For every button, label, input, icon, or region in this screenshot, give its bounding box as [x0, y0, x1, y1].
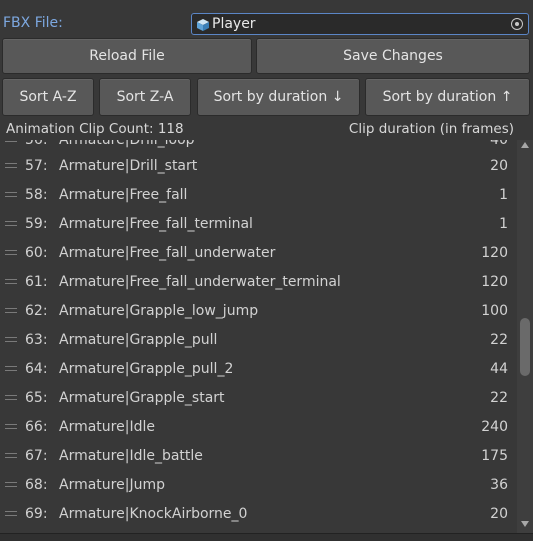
- clip-name: Armature|Free_fall_underwater_terminal: [59, 274, 341, 290]
- clip-name: Armature|Grapple_pull_2: [59, 361, 234, 377]
- list-item[interactable]: 61: Armature|Free_fall_underwater_termin…: [0, 268, 517, 297]
- sort-a-z-button[interactable]: Sort A-Z: [2, 78, 94, 116]
- cube-icon: [197, 19, 209, 31]
- list-item[interactable]: 68: Armature|Jump 36: [0, 471, 517, 500]
- clip-duration: 40: [490, 140, 508, 148]
- drag-handle-icon[interactable]: [5, 140, 17, 142]
- sort-duration-asc-button[interactable]: Sort by duration ↑: [365, 78, 530, 116]
- clip-index: 61:: [25, 274, 48, 290]
- clip-index: 68:: [25, 477, 48, 493]
- clip-duration: 240: [481, 419, 508, 435]
- drag-handle-icon[interactable]: [5, 308, 17, 313]
- bottom-edge: [0, 533, 533, 541]
- drag-handle-icon[interactable]: [5, 366, 17, 371]
- clip-count-label: Animation Clip Count: 118: [6, 121, 184, 137]
- list-item[interactable]: 67: Armature|Idle_battle 175: [0, 442, 517, 471]
- clip-duration: 1: [499, 187, 508, 203]
- clip-info-row: Animation Clip Count: 118 Clip duration …: [0, 120, 533, 140]
- scroll-down-arrow-icon[interactable]: [521, 521, 529, 527]
- list-item[interactable]: 64: Armature|Grapple_pull_2 44: [0, 355, 517, 384]
- drag-handle-icon[interactable]: [5, 337, 17, 342]
- clip-index: 59:: [25, 216, 48, 232]
- clip-duration: 120: [481, 274, 508, 290]
- reload-file-button[interactable]: Reload File: [2, 38, 252, 74]
- object-picker-icon[interactable]: [511, 18, 523, 30]
- save-changes-button[interactable]: Save Changes: [256, 38, 530, 74]
- scrollbar-thumb[interactable]: [520, 318, 530, 376]
- clip-index: 64:: [25, 361, 48, 377]
- clip-duration: 100: [481, 303, 508, 319]
- drag-handle-icon[interactable]: [5, 482, 17, 487]
- clip-name: Armature|Grapple_start: [59, 390, 225, 406]
- clip-name: Armature|Drill_start: [59, 158, 198, 174]
- clip-duration: 20: [490, 506, 508, 522]
- clip-duration: 22: [490, 332, 508, 348]
- list-item[interactable]: 63: Armature|Grapple_pull 22: [0, 326, 517, 355]
- list-item[interactable]: 59: Armature|Free_fall_terminal 1: [0, 210, 517, 239]
- clip-duration: 175: [481, 448, 508, 464]
- clip-name: Armature|Grapple_pull: [59, 332, 218, 348]
- list-item[interactable]: 62: Armature|Grapple_low_jump 100: [0, 297, 517, 326]
- clip-duration: 22: [490, 390, 508, 406]
- scroll-up-arrow-icon[interactable]: [521, 142, 529, 148]
- clip-index: 56:: [25, 140, 48, 148]
- clip-duration: 44: [490, 361, 508, 377]
- list-item[interactable]: 58: Armature|Free_fall 1: [0, 181, 517, 210]
- drag-handle-icon[interactable]: [5, 453, 17, 458]
- clip-name: Armature|Free_fall: [59, 187, 188, 203]
- list-item[interactable]: 66: Armature|Idle 240: [0, 413, 517, 442]
- fbx-file-label: FBX File:: [3, 15, 63, 31]
- clip-duration: 1: [499, 216, 508, 232]
- list-item[interactable]: 57: Armature|Drill_start 20: [0, 152, 517, 181]
- clip-index: 60:: [25, 245, 48, 261]
- clip-index: 62:: [25, 303, 48, 319]
- clip-duration-header: Clip duration (in frames): [348, 121, 514, 137]
- clip-name: Armature|Drill_loop: [59, 140, 195, 148]
- vertical-scrollbar[interactable]: [517, 140, 533, 533]
- clip-index: 57:: [25, 158, 48, 174]
- drag-handle-icon[interactable]: [5, 395, 17, 400]
- clip-name: Armature|Idle_battle: [59, 448, 203, 464]
- clip-duration: 120: [481, 245, 508, 261]
- clip-name: Armature|Grapple_low_jump: [59, 303, 259, 319]
- drag-handle-icon[interactable]: [5, 163, 17, 168]
- fbx-file-field[interactable]: Player: [191, 13, 529, 35]
- clip-list[interactable]: 56: Armature|Drill_loop 40 57: Armature|…: [0, 140, 517, 533]
- clip-name: Armature|KnockAirborne_0: [59, 506, 248, 522]
- drag-handle-icon[interactable]: [5, 511, 17, 516]
- sort-duration-desc-button[interactable]: Sort by duration ↓: [197, 78, 360, 116]
- fbx-file-row: FBX File: Player: [0, 10, 533, 38]
- clip-name: Armature|Free_fall_underwater: [59, 245, 276, 261]
- list-item[interactable]: 65: Armature|Grapple_start 22: [0, 384, 517, 413]
- clip-duration: 20: [490, 158, 508, 174]
- drag-handle-icon[interactable]: [5, 250, 17, 255]
- clip-index: 65:: [25, 390, 48, 406]
- clip-index: 67:: [25, 448, 48, 464]
- clip-index: 58:: [25, 187, 48, 203]
- clip-name: Armature|Idle: [59, 419, 155, 435]
- clip-index: 66:: [25, 419, 48, 435]
- list-item[interactable]: 60: Armature|Free_fall_underwater 120: [0, 239, 517, 268]
- clip-index: 63:: [25, 332, 48, 348]
- list-item[interactable]: 69: Armature|KnockAirborne_0 20: [0, 500, 517, 529]
- drag-handle-icon[interactable]: [5, 279, 17, 284]
- clip-name: Armature|Free_fall_terminal: [59, 216, 253, 232]
- clip-index: 69:: [25, 506, 48, 522]
- clip-duration: 36: [490, 477, 508, 493]
- drag-handle-icon[interactable]: [5, 192, 17, 197]
- drag-handle-icon[interactable]: [5, 424, 17, 429]
- sort-z-a-button[interactable]: Sort Z-A: [99, 78, 191, 116]
- clip-name: Armature|Jump: [59, 477, 165, 493]
- drag-handle-icon[interactable]: [5, 221, 17, 226]
- fbx-file-value: Player: [212, 16, 256, 32]
